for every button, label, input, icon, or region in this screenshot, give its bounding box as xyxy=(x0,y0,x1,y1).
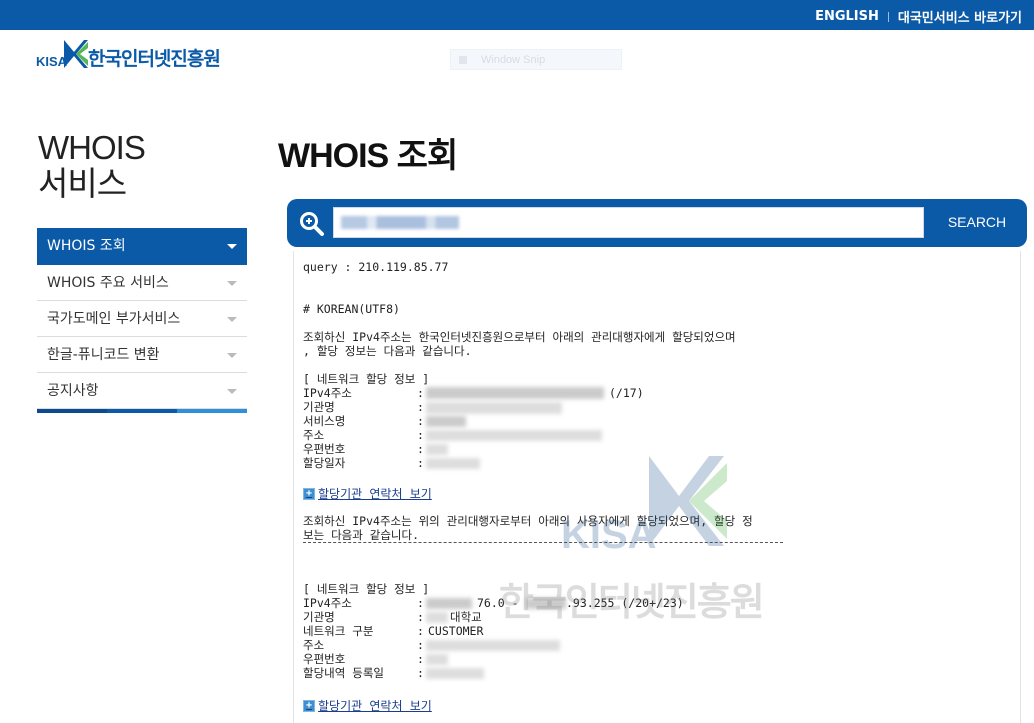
s2-label: 네트워크 구분 xyxy=(303,624,374,638)
logo-org-name: 한국인터넷진흥원 xyxy=(88,48,221,70)
sidebar-item-whois-lookup[interactable]: WHOIS 조회 xyxy=(37,228,247,265)
sidebar-item-label: WHOIS 조회 xyxy=(47,238,126,254)
search-zoom-icon xyxy=(300,212,324,236)
redacted-ipv4-start xyxy=(426,598,472,609)
colon: : xyxy=(417,428,424,442)
s2-ipv4-mid: 76.0 - xyxy=(477,596,519,610)
kisa-logo[interactable]: KISA 한국인터넷진흥원 xyxy=(36,38,246,74)
section2-header: [ 네트워크 할당 정보 ] xyxy=(303,582,430,596)
redacted-org-prefix xyxy=(426,612,448,623)
redacted-zip2 xyxy=(426,654,448,665)
sidebar-item-national-domain[interactable]: 국가도메인 부가서비스 xyxy=(37,301,247,337)
redacted-address2 xyxy=(426,640,560,651)
sidebar-menu: WHOIS 조회 WHOIS 주요 서비스 국가도메인 부가서비스 한글-퓨니코… xyxy=(37,228,247,413)
intro-line-2: , 할당 정보는 다음과 같습니다. xyxy=(303,344,472,358)
sidebar-title: WHOIS 서비스 xyxy=(38,129,146,202)
top-utility-bar: ENGLISH 대국민서비스 바로가기 xyxy=(0,0,1034,30)
s2-org-suffix: 대학교 xyxy=(450,610,482,624)
intro-line-4: 보는 다음과 같습니다. xyxy=(303,528,419,542)
redacted-date xyxy=(426,458,480,469)
redacted-zip xyxy=(426,444,448,455)
colon: : xyxy=(417,624,424,638)
plus-icon: + xyxy=(303,699,315,712)
s1-label: 주소 xyxy=(303,428,325,442)
contact-link[interactable]: + 할당기관 연락처 보기 xyxy=(303,485,432,502)
sidebar-item-label: WHOIS 주요 서비스 xyxy=(47,275,169,291)
colon: : xyxy=(417,638,424,652)
top-links: ENGLISH 대국민서비스 바로가기 xyxy=(815,7,1022,26)
s2-network-type: CUSTOMER xyxy=(428,624,484,638)
search-bar: SEARCH xyxy=(287,199,1027,247)
sidebar-item-label: 국가도메인 부가서비스 xyxy=(47,311,181,327)
plus-icon: + xyxy=(303,487,315,500)
query-line: query : 210.119.85.77 xyxy=(303,260,449,274)
chevron-down-icon xyxy=(227,244,237,249)
s2-label: 할당내역 등록일 xyxy=(303,666,384,680)
chevron-down-icon xyxy=(227,389,237,394)
kisa-mark-icon xyxy=(649,456,727,546)
chevron-down-icon xyxy=(227,353,237,358)
sidebar-item-label: 한글-퓨니코드 변환 xyxy=(47,347,160,363)
divider-dashes xyxy=(303,542,783,543)
redacted-org xyxy=(426,402,562,414)
s1-label: 우편번호 xyxy=(303,442,346,456)
korean-header: # KOREAN(UTF8) xyxy=(303,302,400,316)
chevron-down-icon xyxy=(227,317,237,322)
redacted-date2 xyxy=(426,668,484,679)
page-title: WHOIS 조회 xyxy=(278,137,458,175)
intro-line-3: 조회하신 IPv4주소는 위의 관리대행자로부터 아래의 사용자에게 할당되었으… xyxy=(303,514,753,528)
kisa-mark-icon xyxy=(64,40,88,68)
intro-line-1: 조회하신 IPv4주소는 한국인터넷진흥원으로부터 아래의 관리대행자에게 할당… xyxy=(303,330,736,344)
s1-label: 할당일자 xyxy=(303,456,346,470)
s1-label: IPv4주소 xyxy=(303,386,352,400)
snip-icon xyxy=(459,56,467,64)
whois-result-panel: query : 210.119.85.77 # KOREAN(UTF8) 조회하… xyxy=(293,251,1021,723)
contact-link-label: 할당기관 연락처 보기 xyxy=(318,699,432,713)
colon: : xyxy=(417,400,424,414)
sidebar-item-label: 공지사항 xyxy=(47,383,99,399)
section1-header: [ 네트워크 할당 정보 ] xyxy=(303,372,430,386)
colon: : xyxy=(417,596,424,610)
sidebar-item-punycode[interactable]: 한글-퓨니코드 변환 xyxy=(37,337,247,373)
window-snip-overlay: Window Snip xyxy=(450,49,622,70)
redacted-service xyxy=(426,416,466,427)
colon: : xyxy=(417,386,424,400)
snip-label: Window Snip xyxy=(481,54,546,66)
chevron-down-icon xyxy=(227,281,237,286)
sidebar-title-line2: 서비스 xyxy=(38,165,127,202)
sidebar-item-whois-main-services[interactable]: WHOIS 주요 서비스 xyxy=(37,265,247,301)
s2-label: IPv4주소 xyxy=(303,596,352,610)
citizen-service-link[interactable]: 대국민서비스 바로가기 xyxy=(898,7,1022,26)
redacted-address xyxy=(426,430,602,441)
colon: : xyxy=(417,652,424,666)
colon: : xyxy=(417,666,424,680)
search-query-redacted xyxy=(341,216,459,229)
colon: : xyxy=(417,456,424,470)
search-button[interactable]: SEARCH xyxy=(937,207,1017,238)
s2-ipv4-end: .93.255 (/20+/23) xyxy=(566,596,684,610)
redacted-ipv4 xyxy=(426,387,604,399)
sidebar-title-line1: WHOIS xyxy=(38,129,146,166)
english-link[interactable]: ENGLISH xyxy=(815,9,879,24)
colon: : xyxy=(417,610,424,624)
contact-link[interactable]: + 할당기관 연락처 보기 xyxy=(303,697,432,714)
s2-label: 주소 xyxy=(303,638,325,652)
divider xyxy=(887,11,889,22)
s2-label: 기관명 xyxy=(303,610,335,624)
redacted-ipv4-end xyxy=(526,598,566,609)
colon: : xyxy=(417,414,424,428)
menu-bottom-stripe xyxy=(37,409,247,413)
s1-label: 서비스명 xyxy=(303,414,346,428)
s1-ipv4-suffix: (/17) xyxy=(609,386,644,400)
colon: : xyxy=(417,442,424,456)
contact-link-label: 할당기관 연락처 보기 xyxy=(318,487,432,501)
sidebar-item-notices[interactable]: 공지사항 xyxy=(37,373,247,409)
s2-label: 우편번호 xyxy=(303,652,346,666)
s1-label: 기관명 xyxy=(303,400,335,414)
